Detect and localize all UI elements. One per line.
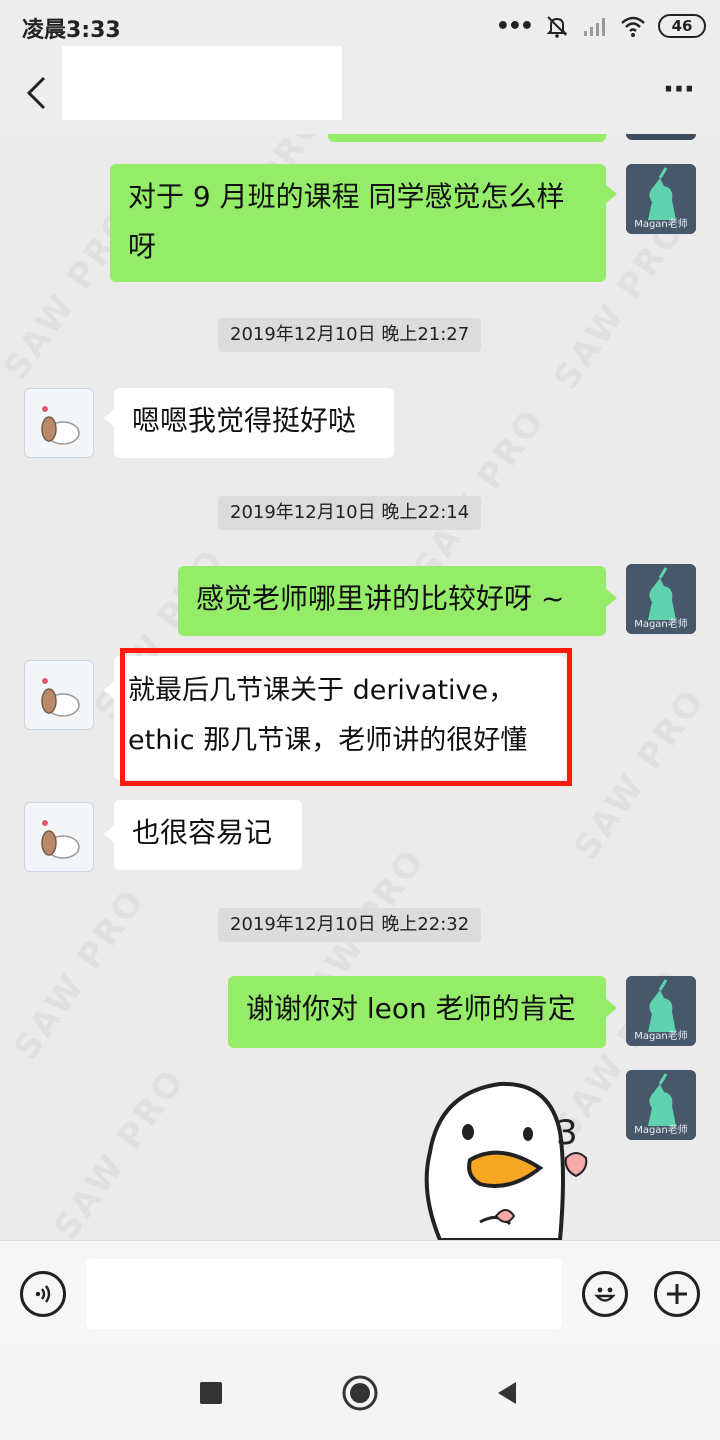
wifi-icon xyxy=(621,16,645,37)
message-input[interactable] xyxy=(86,1259,562,1329)
message-bubble-outgoing[interactable]: 对于 9 月班的课程 同学感觉怎么样 呀 xyxy=(110,164,606,282)
bubble-tail xyxy=(605,184,617,204)
student-avatar[interactable] xyxy=(24,388,94,458)
emoji-icon xyxy=(594,1287,616,1302)
message-text: 呀 xyxy=(128,230,157,263)
message-bubble-incoming[interactable]: 嗯嗯我觉得挺好哒 xyxy=(114,388,394,458)
cartoon-avatar-icon xyxy=(41,678,80,717)
timestamp: 2019年12月10日 晚上21:27 xyxy=(218,318,482,352)
voice-icon xyxy=(35,1285,51,1303)
watermark: SAW PRO xyxy=(6,881,153,1067)
chat-title-redacted xyxy=(62,46,342,120)
plus-icon xyxy=(667,1284,687,1304)
system-navigation-bar xyxy=(0,1346,720,1440)
teacher-avatar[interactable]: Magan老师 xyxy=(626,1070,696,1140)
duck-sticker-icon[interactable]: 3 xyxy=(410,1072,610,1240)
timestamp: 2019年12月10日 晚上22:32 xyxy=(218,908,482,942)
system-back-button[interactable] xyxy=(482,1368,532,1418)
add-button[interactable] xyxy=(654,1271,700,1317)
recent-apps-button[interactable] xyxy=(186,1368,236,1418)
message-text: 对于 9 月班的课程 同学感觉怎么样 xyxy=(128,180,565,213)
avatar-label: Magan老师 xyxy=(634,619,688,630)
message-bubble-outgoing[interactable]: 感觉老师哪里讲的比较好呀 ~ xyxy=(178,566,606,636)
previous-message-bubble[interactable] xyxy=(328,134,606,142)
avatar-label: Magan老师 xyxy=(634,219,688,230)
bubble-tail xyxy=(605,998,617,1018)
cartoon-avatar-icon xyxy=(41,820,80,859)
highlight-annotation-box xyxy=(120,648,572,786)
more-options-button[interactable]: ··· xyxy=(663,72,695,107)
home-button[interactable] xyxy=(335,1368,385,1418)
voice-button[interactable] xyxy=(20,1271,66,1317)
status-icons: ••• 46 xyxy=(496,12,706,40)
cell-signal-icon xyxy=(584,18,605,36)
square-icon xyxy=(200,1382,222,1404)
teacher-avatar[interactable]: Magan老师 xyxy=(626,164,696,234)
emoji-button[interactable] xyxy=(582,1271,628,1317)
teacher-avatar[interactable]: Magan老师 xyxy=(626,564,696,634)
bubble-tail xyxy=(605,588,617,608)
status-bar: 凌晨3:33 ••• 46 xyxy=(0,0,720,52)
watermark: SAW PRO xyxy=(406,401,553,587)
avatar-label: Magan老师 xyxy=(634,1125,688,1136)
watermark: SAW PRO xyxy=(566,681,713,867)
student-avatar[interactable] xyxy=(24,660,94,730)
timestamp: 2019年12月10日 晚上22:14 xyxy=(218,496,482,530)
avatar-label: Magan老师 xyxy=(634,1031,688,1042)
teacher-avatar[interactable] xyxy=(626,134,696,140)
notification-dots-icon: ••• xyxy=(495,13,534,39)
circle-icon xyxy=(342,1375,378,1411)
message-bubble-incoming[interactable]: 也很容易记 xyxy=(114,800,302,870)
watermark: SAW PRO xyxy=(46,1061,193,1240)
sticker-text: 3 xyxy=(556,1113,578,1153)
battery-indicator: 46 xyxy=(658,14,706,38)
triangle-back-icon xyxy=(498,1382,516,1404)
input-bar xyxy=(0,1240,720,1347)
teacher-avatar[interactable]: Magan老师 xyxy=(626,976,696,1046)
status-time: 凌晨3:33 xyxy=(22,18,121,43)
mute-bell-icon xyxy=(546,16,568,38)
student-avatar[interactable] xyxy=(24,802,94,872)
cartoon-avatar-icon xyxy=(41,406,80,445)
chevron-left-icon xyxy=(26,76,46,110)
chat-area[interactable]: SAW PRO SAW PRO SAW PRO SAW PRO SAW PRO … xyxy=(0,134,720,1240)
message-bubble-outgoing[interactable]: 谢谢你对 leon 老师的肯定 xyxy=(228,976,606,1048)
back-button[interactable] xyxy=(14,66,58,120)
